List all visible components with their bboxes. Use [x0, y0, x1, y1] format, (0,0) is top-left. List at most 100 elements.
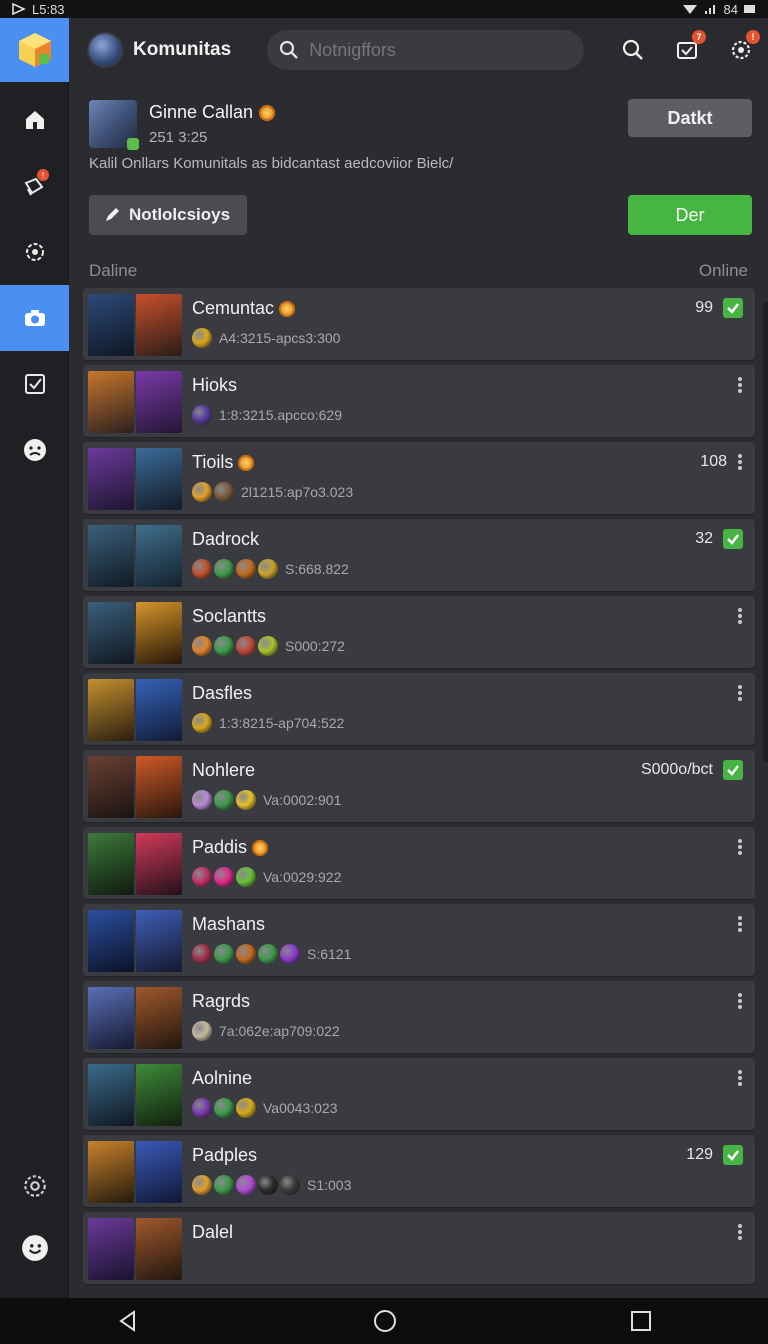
sidebar-item-settings[interactable]	[0, 219, 69, 285]
main-content: Ginne Callan 251 3:25 Kalil Onllars Komu…	[69, 82, 768, 1298]
game-thumbnail	[88, 833, 134, 895]
item-meta: Va:0029:922	[263, 869, 342, 885]
scrollbar[interactable]	[763, 302, 768, 762]
thumbnail-group	[88, 987, 182, 1049]
search-bar[interactable]	[267, 30, 585, 70]
more-options-icon[interactable]	[737, 606, 743, 626]
sidebar-item-tasks[interactable]	[0, 351, 69, 417]
game-thumbnail	[136, 525, 182, 587]
achievement-icon	[258, 636, 278, 656]
primary-action-button[interactable]: Der	[628, 195, 752, 235]
home-circle-icon[interactable]	[373, 1309, 397, 1333]
more-options-icon[interactable]	[737, 375, 743, 395]
achievement-icon	[192, 944, 212, 964]
profile-avatar[interactable]	[89, 100, 139, 150]
more-options-icon[interactable]	[737, 683, 743, 703]
search-button[interactable]	[606, 18, 660, 82]
game-thumbnail	[136, 1218, 182, 1280]
gold-badge-icon	[238, 454, 255, 471]
game-thumbnail	[88, 679, 134, 741]
game-thumbnail	[88, 910, 134, 972]
game-thumbnail	[88, 756, 134, 818]
list-item[interactable]: Dadrock S:668.822 32	[83, 519, 755, 591]
item-meta: 2l1215:ap7o3.023	[241, 484, 354, 500]
sidebar-item-notifications[interactable]: !	[0, 153, 69, 219]
achievement-icon	[214, 559, 234, 579]
sidebar-item-face[interactable]	[0, 417, 69, 483]
thumbnail-group	[88, 756, 182, 818]
game-thumbnail	[88, 294, 134, 356]
list-item[interactable]: Dasfles 1:3:8215-ap704:522	[83, 673, 755, 745]
achievement-icon	[192, 328, 212, 348]
achievement-icon	[214, 790, 234, 810]
achievement-icon	[280, 1175, 300, 1195]
notifications-button[interactable]: Notlolcsioys	[89, 195, 247, 235]
more-options-icon[interactable]	[737, 1068, 743, 1088]
more-options-icon[interactable]	[737, 452, 743, 472]
notifications-button[interactable]: 7	[660, 18, 714, 82]
search-input[interactable]	[309, 39, 560, 61]
notifications-label: Notlolcsioys	[129, 205, 231, 224]
item-name: Cemuntac	[192, 298, 275, 318]
list-item[interactable]: Dalel	[83, 1212, 755, 1284]
check-icon[interactable]	[723, 529, 743, 549]
settings-button[interactable]: !	[714, 18, 768, 82]
sidebar-item-profile[interactable]	[0, 1228, 69, 1268]
list-item[interactable]: Paddis Va:0029:922	[83, 827, 755, 899]
smile-icon	[21, 1235, 48, 1261]
sidebar: !	[0, 18, 69, 1298]
more-options-icon[interactable]	[737, 991, 743, 1011]
navigation-bar	[0, 1298, 768, 1344]
more-options-icon[interactable]	[737, 1222, 743, 1242]
item-meta: S000:272	[285, 638, 345, 654]
check-icon[interactable]	[723, 760, 743, 780]
profile-name: Ginne Callan	[149, 102, 254, 122]
game-thumbnail	[88, 1218, 134, 1280]
search-icon	[622, 39, 643, 60]
check-icon[interactable]	[723, 298, 743, 318]
sidebar-item-camera[interactable]	[0, 285, 69, 351]
recents-icon[interactable]	[630, 1310, 652, 1332]
game-thumbnail	[88, 1064, 134, 1126]
app-logo[interactable]	[0, 18, 69, 82]
list-item[interactable]: Aolnine Va0043:023	[83, 1058, 755, 1130]
game-thumbnail	[88, 448, 134, 510]
thumbnail-group	[88, 833, 182, 895]
sidebar-item-home[interactable]	[0, 87, 69, 153]
achievement-icon	[214, 867, 234, 887]
game-thumbnail	[136, 910, 182, 972]
more-options-icon[interactable]	[737, 914, 743, 934]
list-item[interactable]: Cemuntac A4:3215-apcs3:300 99	[83, 288, 755, 360]
item-name: Padples	[192, 1145, 258, 1165]
achievement-icon	[236, 944, 256, 964]
game-thumbnail	[136, 756, 182, 818]
pencil-icon	[106, 208, 119, 221]
list-item[interactable]: Padples S1:003 129	[83, 1135, 755, 1207]
list-item[interactable]: Hioks 1:8:3215.apcco:629	[83, 365, 755, 437]
camera-icon	[24, 310, 45, 326]
achievement-icon	[192, 713, 212, 733]
list-item[interactable]: Mashans S:6121	[83, 904, 755, 976]
list-item[interactable]: Ragrds 7a:062e:ap709:022	[83, 981, 755, 1053]
back-icon[interactable]	[116, 1309, 140, 1333]
more-options-icon[interactable]	[737, 837, 743, 857]
list-item[interactable]: Nohlere Va:0002:901 S000o/bct	[83, 750, 755, 822]
check-icon[interactable]	[723, 1145, 743, 1165]
thumbnail-group	[88, 679, 182, 741]
game-thumbnail	[88, 987, 134, 1049]
list-item[interactable]: Soclantts S000:272	[83, 596, 755, 668]
search-icon	[280, 40, 299, 59]
list-item[interactable]: Tioils 2l1215:ap7o3.023 108	[83, 442, 755, 514]
status-time: L5:83	[32, 1, 65, 17]
thumbnail-group	[88, 602, 182, 664]
sidebar-item-preferences[interactable]	[0, 1166, 69, 1206]
section-label-right: Online	[698, 261, 748, 280]
achievement-icon	[214, 944, 234, 964]
section-label-left: Daline	[89, 261, 138, 280]
achievement-icon	[258, 1175, 278, 1195]
community-list: Cemuntac A4:3215-apcs3:300 99 Hioks 1:8:3215…	[83, 288, 755, 1289]
profile-action-button[interactable]: Datkt	[628, 99, 752, 137]
community-avatar[interactable]	[87, 32, 123, 68]
face-icon	[23, 439, 46, 461]
game-thumbnail	[136, 371, 182, 433]
